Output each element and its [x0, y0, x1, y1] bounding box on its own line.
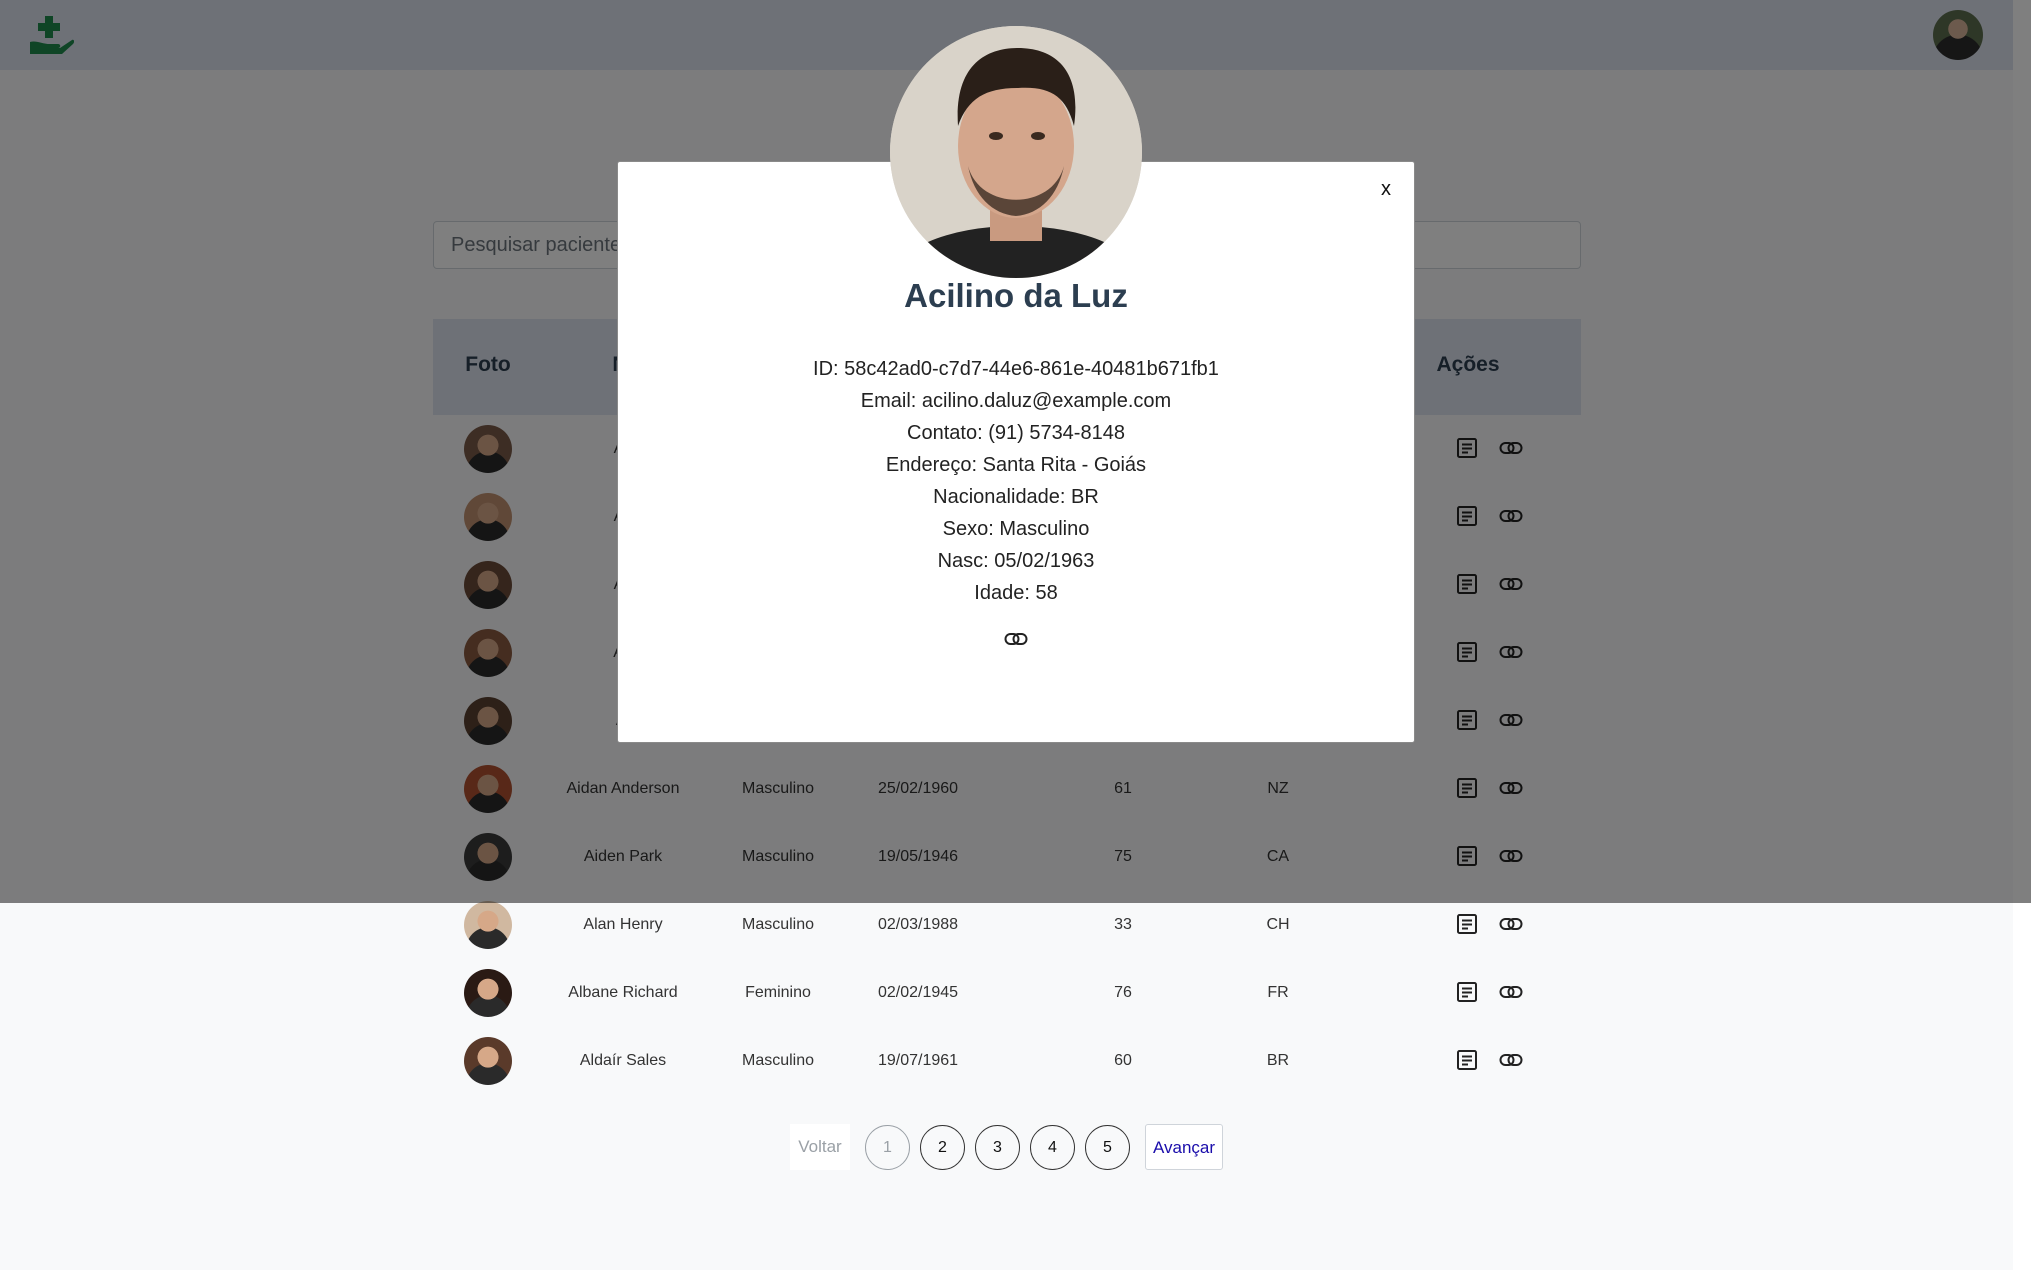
- pagination: Voltar 1 2 3 4 5 Avançar: [0, 1124, 2013, 1170]
- table-row: Albane Richard Feminino 02/02/1945 76 FR: [433, 959, 1581, 1027]
- table-row: Aldaír Sales Masculino 19/07/1961 60 BR: [433, 1027, 1581, 1095]
- link-icon[interactable]: [1499, 1051, 1523, 1073]
- page-button-5[interactable]: 5: [1085, 1125, 1130, 1170]
- patient-info-line: Nacionalidade: BR: [933, 486, 1099, 508]
- link-icon[interactable]: [1499, 915, 1523, 937]
- patient-photo: [890, 26, 1142, 278]
- page: Foto N Ações AcAcAcAgAiAidan AndersonMas…: [0, 0, 2031, 1271]
- patient-info-line: Endereço: Santa Rita - Goiás: [885, 454, 1147, 476]
- patient-name: Acilino da Luz: [904, 277, 1128, 314]
- cell-age: 60: [1114, 1052, 1132, 1069]
- page-button-3[interactable]: 3: [975, 1125, 1020, 1170]
- patient-avatar: [464, 1037, 512, 1085]
- prev-page-button[interactable]: Voltar: [790, 1124, 850, 1170]
- patient-info-line: Contato: (91) 5734-8148: [907, 422, 1125, 444]
- cell-name: Albane Richard: [568, 984, 678, 1001]
- cell-gender: Feminino: [745, 984, 811, 1001]
- patient-avatar: [464, 969, 512, 1017]
- link-icon[interactable]: [1004, 630, 1028, 648]
- cell-name: Aldaír Sales: [579, 1052, 667, 1069]
- close-modal-button[interactable]: x: [1375, 176, 1397, 202]
- cell-gender: Masculino: [741, 1052, 815, 1069]
- next-page-button[interactable]: Avançar: [1145, 1124, 1223, 1170]
- page-button-2[interactable]: 2: [920, 1125, 965, 1170]
- cell-birth: 19/07/1961: [877, 1052, 959, 1069]
- patient-info-line: Idade: 58: [974, 582, 1058, 604]
- cell-birth: 02/02/1945: [877, 984, 959, 1001]
- patient-info-line: Sexo: Masculino: [942, 518, 1090, 540]
- page-button-4[interactable]: 4: [1030, 1125, 1075, 1170]
- patient-info-line: Nasc: 05/02/1963: [937, 550, 1095, 572]
- cell-nationality: FR: [1267, 984, 1289, 1001]
- patient-avatar: [464, 901, 512, 949]
- patient-info-line: Email: acilino.daluz@example.com: [860, 390, 1172, 412]
- cell-age: 76: [1114, 984, 1132, 1001]
- page-button-1[interactable]: 1: [865, 1125, 910, 1170]
- details-icon[interactable]: [1456, 1049, 1478, 1071]
- patient-info-line: ID: 58c42ad0-c7d7-44e6-861e-40481b671fb1: [813, 358, 1219, 380]
- details-icon[interactable]: [1456, 981, 1478, 1003]
- link-icon[interactable]: [1499, 983, 1523, 1005]
- details-icon[interactable]: [1456, 913, 1478, 935]
- cell-nationality: BR: [1266, 1052, 1290, 1069]
